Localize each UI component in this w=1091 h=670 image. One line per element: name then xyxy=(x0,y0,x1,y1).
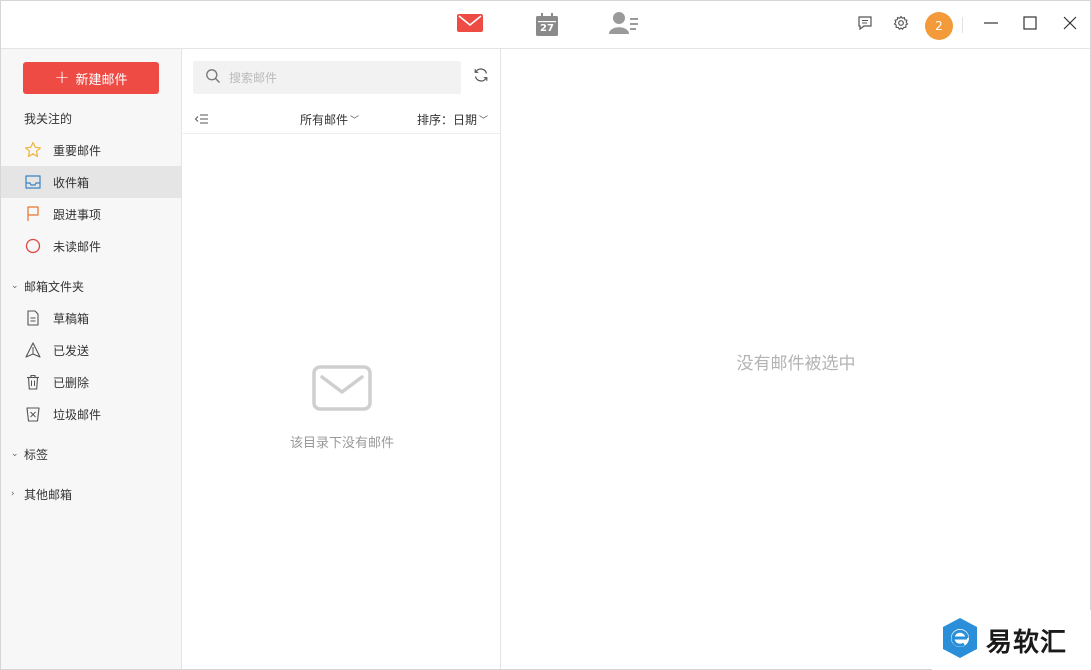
message-list-pane: 所有邮件 ﹀ 排序：日期 ﹀ 该目录下没有邮件 xyxy=(183,49,501,669)
watermark-text: 易软汇 xyxy=(986,627,1068,658)
folders-heading: 邮箱文件夹 xyxy=(24,279,85,294)
calendar-icon: 27 xyxy=(535,13,559,37)
tags-toggle[interactable]: ⌄ 标签 xyxy=(11,444,48,464)
plus-icon: + xyxy=(54,67,70,88)
sidebar-item-deleted[interactable]: 已删除 xyxy=(1,366,181,398)
compose-label: 新建邮件 xyxy=(75,72,128,88)
other-mailboxes-toggle[interactable]: › 其他邮箱 xyxy=(11,484,72,504)
refresh-icon xyxy=(473,67,489,87)
sidebar-item-label: 重要邮件 xyxy=(53,143,102,158)
sort-label: 排序：日期 xyxy=(417,113,478,127)
chevron-down-icon: ⌄ xyxy=(11,449,19,459)
unread-circle-icon xyxy=(24,237,42,255)
list-toolbar: 所有邮件 ﹀ 排序：日期 ﹀ xyxy=(183,106,501,134)
spam-icon xyxy=(24,405,42,423)
mail-icon xyxy=(457,14,483,36)
app-window: 27 2 + 新建邮件 我关注的 重要邮件 收件箱 跟进事项 未读邮件 ⌄ 邮箱… xyxy=(0,0,1091,670)
sidebar-item-label: 跟进事项 xyxy=(53,207,102,222)
inbox-icon xyxy=(24,173,42,191)
user-avatar[interactable]: 2 xyxy=(925,12,953,40)
titlebar-divider xyxy=(962,17,963,33)
contacts-icon xyxy=(609,11,639,39)
sent-icon xyxy=(24,341,42,359)
chat-icon xyxy=(857,15,873,35)
sidebar-item-followup[interactable]: 跟进事项 xyxy=(1,198,181,230)
watermark-logo: 易软汇 xyxy=(932,610,1091,670)
calendar-day: 27 xyxy=(540,23,554,34)
sidebar-item-drafts[interactable]: 草稿箱 xyxy=(1,302,181,334)
collapse-sidebar-button[interactable] xyxy=(194,111,210,127)
compose-button[interactable]: + 新建邮件 xyxy=(23,62,159,94)
chevron-right-icon: › xyxy=(11,489,15,499)
mail-filter-label: 所有邮件 xyxy=(300,113,349,127)
minimize-icon xyxy=(983,15,999,35)
close-button[interactable] xyxy=(1057,12,1083,38)
draft-icon xyxy=(24,309,42,327)
refresh-button[interactable] xyxy=(471,67,491,87)
sidebar-item-label: 草稿箱 xyxy=(53,311,90,326)
sidebar-item-label: 已发送 xyxy=(53,343,90,358)
sidebar-item-label: 未读邮件 xyxy=(53,239,102,254)
search-input[interactable] xyxy=(229,70,429,85)
reading-pane: 没有邮件被选中 xyxy=(502,49,1090,669)
trash-icon xyxy=(24,373,42,391)
sidebar-item-inbox[interactable]: 收件箱 xyxy=(1,166,181,198)
sidebar-item-label: 垃圾邮件 xyxy=(53,407,102,422)
search-icon xyxy=(205,68,221,88)
title-bar: 27 2 xyxy=(1,1,1090,49)
feedback-button[interactable] xyxy=(852,12,878,38)
star-icon xyxy=(24,141,42,159)
settings-button[interactable] xyxy=(888,12,914,38)
mail-filter-dropdown[interactable]: 所有邮件 ﹀ xyxy=(300,111,359,128)
search-box[interactable] xyxy=(193,61,461,94)
maximize-button[interactable] xyxy=(1017,12,1043,38)
flag-icon xyxy=(24,205,42,223)
sidebar-item-important[interactable]: 重要邮件 xyxy=(1,134,181,166)
chevron-down-icon: ﹀ xyxy=(350,116,360,126)
contacts-tab[interactable] xyxy=(609,11,639,39)
watermark-badge-icon xyxy=(940,616,980,664)
sidebar: + 新建邮件 我关注的 重要邮件 收件箱 跟进事项 未读邮件 ⌄ 邮箱文件夹 草… xyxy=(1,49,182,669)
sidebar-item-spam[interactable]: 垃圾邮件 xyxy=(1,398,181,430)
collapse-list-icon xyxy=(194,114,210,131)
other-mailboxes-heading: 其他邮箱 xyxy=(24,487,73,502)
favorites-heading: 我关注的 xyxy=(24,112,73,126)
chevron-down-icon: ﹀ xyxy=(479,116,489,126)
empty-list-message: 该目录下没有邮件 xyxy=(289,436,394,451)
no-selection-message: 没有邮件被选中 xyxy=(736,354,856,374)
minimize-button[interactable] xyxy=(978,12,1004,38)
gear-icon xyxy=(893,15,909,35)
close-icon xyxy=(1062,15,1078,35)
calendar-tab[interactable]: 27 xyxy=(532,11,562,39)
tags-heading: 标签 xyxy=(24,447,49,462)
sidebar-item-label: 已删除 xyxy=(53,375,90,390)
sort-dropdown[interactable]: 排序：日期 ﹀ xyxy=(417,111,488,128)
maximize-icon xyxy=(1022,15,1038,35)
chevron-down-icon: ⌄ xyxy=(11,281,19,291)
sidebar-item-sent[interactable]: 已发送 xyxy=(1,334,181,366)
mail-tab[interactable] xyxy=(455,11,485,39)
sidebar-item-label: 收件箱 xyxy=(53,175,90,190)
folders-toggle[interactable]: ⌄ 邮箱文件夹 xyxy=(11,276,84,296)
sidebar-item-unread[interactable]: 未读邮件 xyxy=(1,230,181,262)
empty-mailbox-icon xyxy=(312,365,372,415)
